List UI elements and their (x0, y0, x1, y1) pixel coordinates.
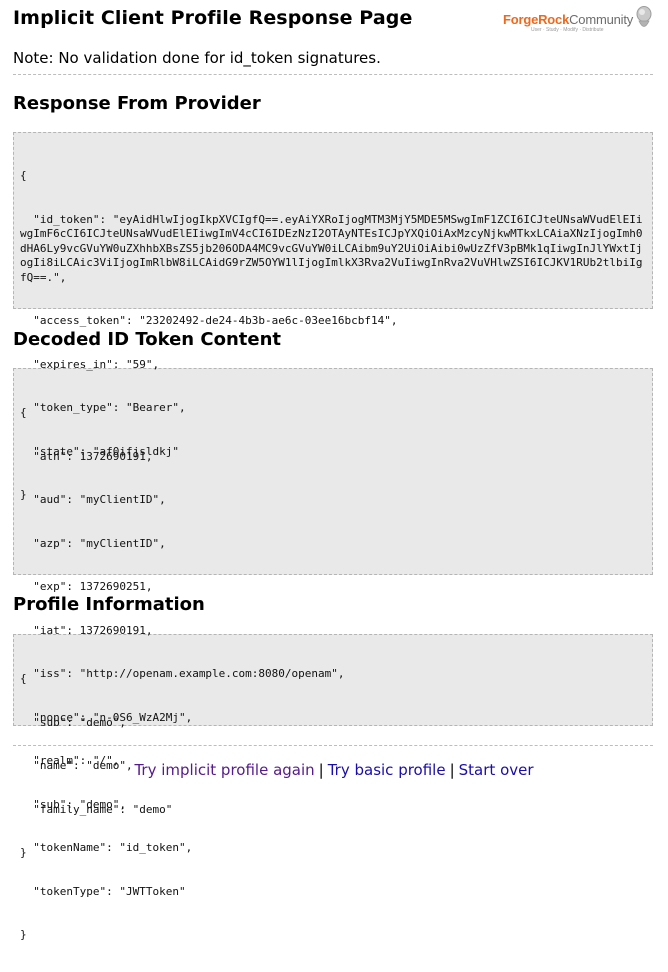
logo-brand: ForgeRock (503, 12, 570, 27)
decoded-code-block: { "ath": 1372690191, "aud": "myClientID"… (13, 368, 653, 941)
response-heading: Response From Provider (13, 93, 261, 114)
code-line: } (20, 928, 27, 941)
code-line: "azp": "myClientID", (20, 536, 166, 550)
start-over-link[interactable]: Start over (459, 761, 534, 779)
page-title: Implicit Client Profile Response Page (13, 7, 413, 29)
page: Implicit Client Profile Response Page Fo… (13, 0, 653, 941)
header: Implicit Client Profile Response Page Fo… (13, 0, 653, 44)
forgerock-community-logo: ForgeRockCommunity User · Study · Modify… (503, 5, 653, 35)
code-line: "aud": "myClientID", (20, 493, 166, 506)
logo-icon (636, 6, 652, 27)
code-line: "family_name": "demo" (20, 802, 173, 816)
code-line: "tokenType": "JWTToken" (20, 884, 186, 898)
logo-tagline: User · Study · Modify · Distribute (531, 27, 604, 33)
link-separator: | (318, 761, 324, 779)
try-basic-profile-link[interactable]: Try basic profile (328, 761, 446, 779)
logo-suffix: Community (569, 12, 634, 27)
footer-links: Try implicit profile again | Try basic pro… (0, 760, 668, 780)
validation-note: Note: No validation done for id_token si… (13, 49, 381, 67)
code-line: "id_token": "eyAidHlwIjogIkpXVCIgfQ==.ey… (20, 212, 643, 284)
try-implicit-profile-link[interactable]: Try implicit profile again (134, 761, 314, 779)
profile-heading: Profile Information (13, 594, 205, 615)
response-code-block: { "id_token": "eyAidHlwIjogIkpXVCIgfQ==.… (13, 132, 653, 501)
link-separator: | (449, 761, 455, 779)
divider (13, 745, 653, 746)
code-line: "ath": 1372690191, (20, 449, 153, 463)
code-line: { (20, 169, 27, 182)
decoded-heading: Decoded ID Token Content (13, 329, 281, 350)
logo-text: ForgeRockCommunity (503, 12, 633, 27)
